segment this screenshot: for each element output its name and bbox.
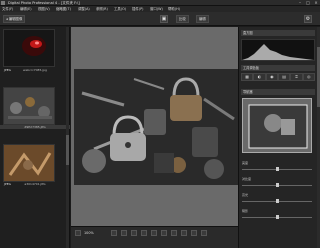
brightness-label: 亮度 [242, 161, 249, 165]
navigator-image[interactable] [242, 98, 312, 153]
thumbnail-1-filename: webcrc7085.jpg [23, 68, 47, 72]
tool-palette-header: 工具调色板 [241, 65, 315, 71]
thumbnail-1-image [4, 30, 54, 66]
navigator-image-graphic [243, 99, 311, 152]
thumbnail-3[interactable] [3, 144, 55, 182]
main-image-locks [74, 69, 238, 185]
afpoint-icon[interactable] [121, 230, 127, 236]
settings-icon[interactable]: ⚙ [304, 15, 312, 23]
edit-button-label: 编辑 [199, 17, 206, 21]
highlight-slider[interactable] [242, 199, 312, 203]
thumbnail-3-filename: a3014701.JPG [24, 182, 46, 186]
tool-tabs: ▦ ◐ ◉ ▤ ⌗ ◎ [241, 73, 315, 81]
check-mark-icon[interactable] [161, 230, 167, 236]
histogram [241, 39, 315, 61]
contrast-label: 对比度 [242, 177, 252, 181]
crop-icon[interactable]: ⌗ [290, 73, 303, 81]
back-button[interactable]: ◂ 编辑图像 [3, 15, 26, 23]
rgb-icon[interactable]: ▦ [241, 73, 254, 81]
color-icon[interactable]: ◉ [265, 73, 278, 81]
highlight-slider-knob[interactable] [276, 199, 279, 203]
highlight-label: 高光 [242, 193, 249, 197]
thumbnail-panel: JPEG webcrc7085.jpg JPEG Z9E27385.JPG JP… [0, 27, 70, 248]
viewer-bottom-bar: 100% [71, 226, 238, 248]
previous-image-icon[interactable] [191, 230, 197, 236]
zoom-level[interactable]: 100% [84, 231, 94, 235]
image-viewer[interactable] [71, 27, 238, 248]
thumbnail-scrollbar-thumb[interactable] [66, 135, 69, 165]
navigator-header: 导航器 [241, 89, 315, 95]
tone-icon[interactable]: ◐ [253, 73, 266, 81]
brightness-slider-knob[interactable] [276, 167, 279, 171]
compare-button-label: 比较 [179, 17, 186, 21]
rotate-right-icon[interactable] [181, 230, 187, 236]
compare-button[interactable]: 比较 [176, 15, 189, 23]
back-button-label: 编辑图像 [8, 17, 23, 21]
tool-palette-panel: 直方图 工具调色板 ▦ ◐ ◉ ▤ ⌗ ◎ 导航器 亮度 对比度 高光 阴影 [238, 27, 320, 248]
shadow-slider-knob[interactable] [276, 215, 279, 219]
grid-icon[interactable] [111, 230, 117, 236]
lens-icon[interactable]: ◎ [302, 73, 315, 81]
highlight-warning-icon[interactable] [131, 230, 137, 236]
thumbnail-2-image [4, 88, 54, 124]
contrast-slider[interactable] [242, 183, 312, 187]
thumbnail-scrollbar[interactable] [66, 27, 69, 248]
thumbnail-2-filename: Z9E27385.JPG [0, 125, 70, 129]
thumbnail-2[interactable] [3, 87, 55, 125]
next-image-icon[interactable] [201, 230, 207, 236]
display-mode-icon[interactable]: ▣ [160, 15, 168, 23]
app-icon [1, 1, 5, 5]
brightness-slider[interactable] [242, 167, 312, 171]
detail-icon[interactable]: ▤ [277, 73, 291, 81]
rotate-left-icon[interactable] [171, 230, 177, 236]
shadow-label: 阴影 [242, 209, 249, 213]
histogram-graph [242, 44, 314, 60]
rating-icon[interactable] [151, 230, 157, 236]
toolbar: ◂ 编辑图像 ▣ 比较 编辑 ⚙ [0, 12, 320, 26]
shadow-slider[interactable] [242, 215, 312, 219]
shadow-warning-icon[interactable] [141, 230, 147, 236]
fit-screen-icon[interactable] [75, 230, 81, 236]
contrast-slider-knob[interactable] [276, 183, 279, 187]
thumbnail-3-image [4, 145, 54, 181]
edit-button[interactable]: 编辑 [196, 15, 209, 23]
main-image [74, 69, 238, 185]
histogram-header: 直方图 [241, 30, 315, 36]
thumbnail-1[interactable] [3, 29, 55, 67]
